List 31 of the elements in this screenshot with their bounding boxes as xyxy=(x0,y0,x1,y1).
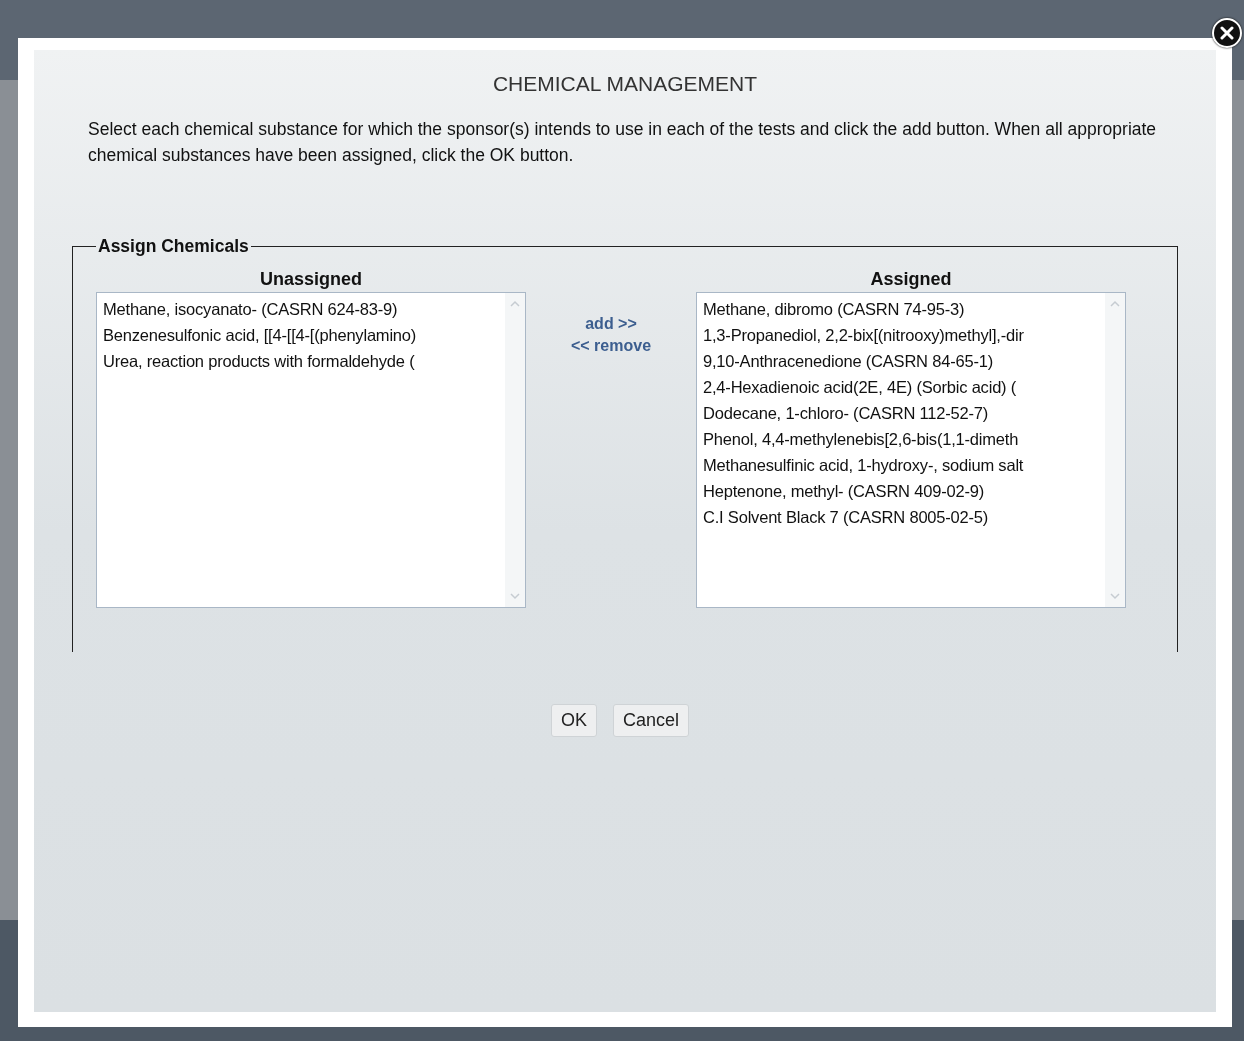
remove-link[interactable]: << remove xyxy=(570,337,652,355)
close-button[interactable] xyxy=(1212,18,1242,48)
list-item[interactable]: Methane, dibromo (CASRN 74-95-3) xyxy=(703,296,1105,322)
list-item[interactable]: Dodecane, 1-chloro- (CASRN 112-52-7) xyxy=(703,400,1105,426)
list-item[interactable]: 1,3-Propanediol, 2,2-bix[(nitrooxy)methyl],-dir xyxy=(703,322,1105,348)
group-legend: Assign Chemicals xyxy=(96,236,251,257)
scroll-up-icon[interactable] xyxy=(1109,299,1121,309)
cancel-button[interactable]: Cancel xyxy=(613,704,689,737)
ok-button[interactable]: OK xyxy=(550,704,597,737)
list-item[interactable]: 9,10-Anthracenedione (CASRN 84-65-1) xyxy=(703,348,1105,374)
list-item[interactable]: C.I Solvent Black 7 (CASRN 8005-02-5) xyxy=(703,504,1105,530)
list-item[interactable]: Heptenone, methyl- (CASRN 409-02-9) xyxy=(703,478,1105,504)
list-item[interactable]: Methane, isocyanato- (CASRN 624-83-9) xyxy=(103,296,505,322)
chemical-listbox[interactable] xyxy=(696,292,1126,608)
scrollbar[interactable] xyxy=(1105,293,1125,607)
scrollbar[interactable] xyxy=(505,293,525,607)
list-item[interactable]: Urea, reaction products with formaldehyde ( xyxy=(103,348,505,374)
list-item[interactable]: Methanesulfinic acid, 1-hydroxy-, sodium salt xyxy=(703,452,1105,478)
add-link[interactable]: add >> xyxy=(585,315,637,333)
scroll-down-icon[interactable] xyxy=(1109,591,1121,601)
close-icon xyxy=(1220,26,1234,40)
list-item[interactable]: Benzenesulfonic acid, [[4-[[4-[(phenylamino) xyxy=(103,322,505,348)
dialog-title: CHEMICAL MANAGEMENT xyxy=(491,72,759,96)
list-heading: Unassigned xyxy=(260,269,362,290)
list-item[interactable]: 2,4-Hexadienoic acid(2E, 4E) (Sorbic acid) ( xyxy=(703,374,1105,400)
list-heading: Assigned xyxy=(870,269,952,290)
list-item[interactable]: Phenol, 4,4-methylenebis[2,6-bis(1,1-dimeth xyxy=(703,426,1105,452)
scroll-up-icon[interactable] xyxy=(509,299,521,309)
instructions-text: Select each chemical substance for which the sponsor(s) intends to use in each of the tests and click the add button. When all appropriate chemical substances have been assigned, click the OK button. xyxy=(87,118,1158,167)
scroll-down-icon[interactable] xyxy=(509,591,521,601)
chemical-listbox[interactable]: Methane, isocyanato- (CASRN 624-83-9) Benzenesulfonic acid, [[4-[[4-[(phenylamino) Urea, reaction products with formaldehyde ( xyxy=(96,292,526,608)
